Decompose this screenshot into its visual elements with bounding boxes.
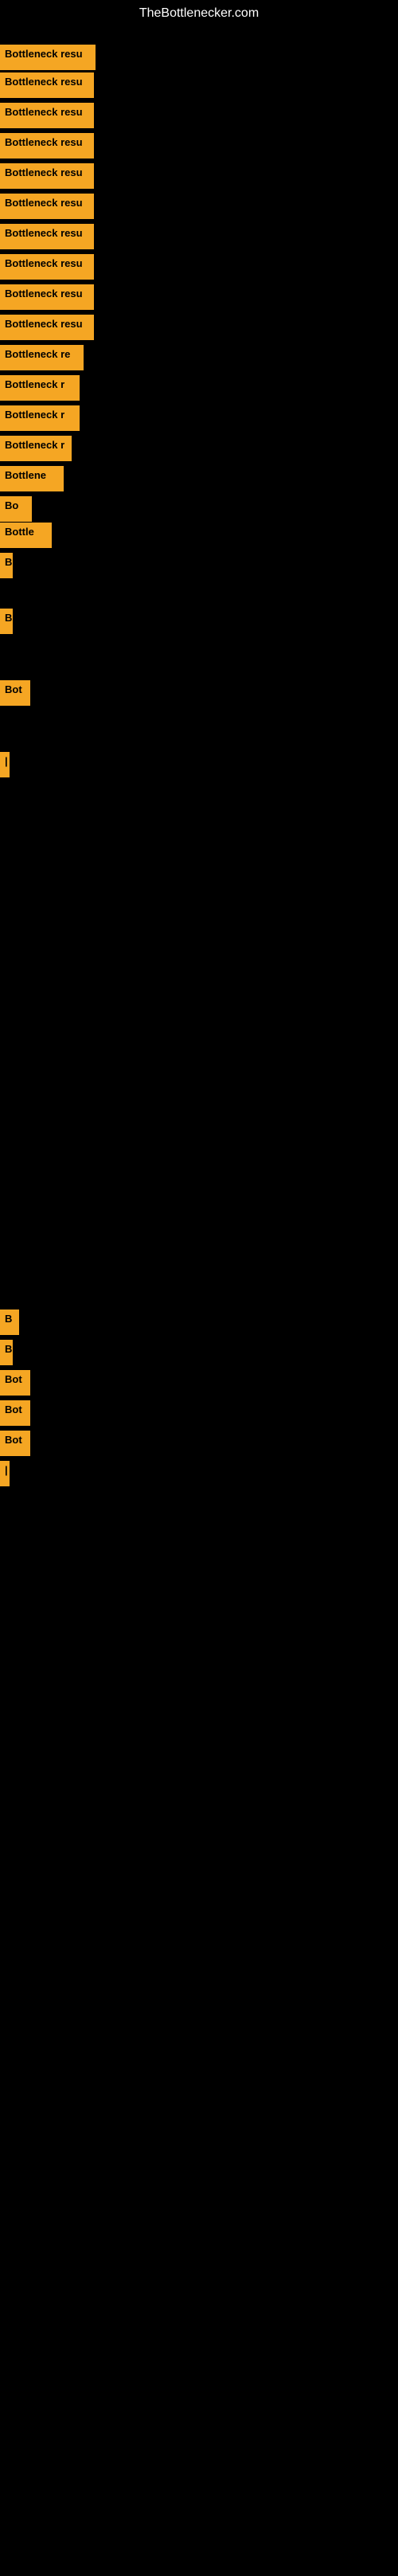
bottleneck-item-10[interactable]: Bottleneck resu <box>0 315 94 340</box>
bottleneck-item-8[interactable]: Bottleneck resu <box>0 254 94 280</box>
bottleneck-item-5[interactable]: Bottleneck resu <box>0 163 94 189</box>
bottleneck-item-20[interactable]: Bot <box>0 680 30 706</box>
bottleneck-item-22[interactable]: B <box>0 1310 19 1335</box>
bottleneck-item-4[interactable]: Bottleneck resu <box>0 133 94 159</box>
bottleneck-item-6[interactable]: Bottleneck resu <box>0 194 94 219</box>
bottleneck-item-21[interactable]: | <box>0 752 10 777</box>
bottleneck-item-13[interactable]: Bottleneck r <box>0 405 80 431</box>
bottleneck-item-17[interactable]: Bottle <box>0 523 52 548</box>
bottleneck-item-15[interactable]: Bottlene <box>0 466 64 491</box>
bottleneck-item-9[interactable]: Bottleneck resu <box>0 284 94 310</box>
bottleneck-item-24[interactable]: Bot <box>0 1370 30 1396</box>
bottleneck-item-11[interactable]: Bottleneck re <box>0 345 84 370</box>
bottleneck-item-1[interactable]: Bottleneck resu <box>0 45 96 70</box>
bottleneck-item-3[interactable]: Bottleneck resu <box>0 103 94 128</box>
bottleneck-item-14[interactable]: Bottleneck r <box>0 436 72 461</box>
bottleneck-item-27[interactable]: | <box>0 1461 10 1486</box>
bottleneck-item-19[interactable]: B <box>0 609 13 634</box>
bottleneck-item-23[interactable]: B <box>0 1340 13 1365</box>
bottleneck-item-26[interactable]: Bot <box>0 1431 30 1456</box>
bottleneck-item-16[interactable]: Bo <box>0 496 32 522</box>
bottleneck-item-12[interactable]: Bottleneck r <box>0 375 80 401</box>
bottleneck-item-2[interactable]: Bottleneck resu <box>0 72 94 98</box>
bottleneck-item-7[interactable]: Bottleneck resu <box>0 224 94 249</box>
bottleneck-item-18[interactable]: B <box>0 553 13 578</box>
site-title: TheBottlenecker.com <box>0 0 398 27</box>
bottleneck-item-25[interactable]: Bot <box>0 1400 30 1426</box>
